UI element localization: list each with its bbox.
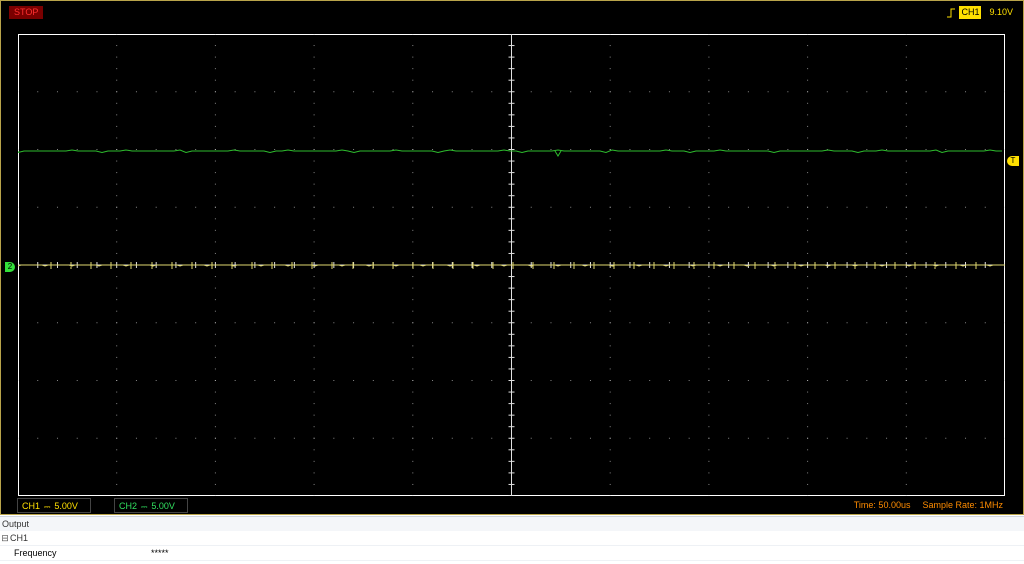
ch1-scale-box[interactable]: CH1 ⎓ 5.00V bbox=[17, 498, 91, 513]
timebase-info: Time: 50.00us Sample Rate: 1MHz bbox=[854, 498, 1003, 513]
dc-coupling-icon: ⎓ bbox=[44, 502, 51, 511]
ch2-scale-box[interactable]: CH2 ⎓ 5.00V bbox=[114, 498, 188, 513]
bottom-status-bar: CH1 ⎓ 5.00V CH2 ⎓ 5.00V Time: 50.00us Sa… bbox=[15, 498, 1019, 513]
measurement-name: Frequency bbox=[14, 548, 57, 558]
run-status-indicator[interactable]: STOP bbox=[9, 6, 44, 19]
top-status-bar: STOP CH1 9.10V bbox=[5, 5, 1019, 19]
ch2-scale: 5.00V bbox=[151, 501, 175, 511]
output-row-frequency[interactable]: Frequency ***** bbox=[0, 546, 1024, 561]
ch2-marker-label: 2 bbox=[7, 262, 13, 271]
output-group-label: CH1 bbox=[10, 533, 29, 543]
trigger-info[interactable]: CH1 9.10V bbox=[947, 6, 1013, 19]
sample-rate[interactable]: Sample Rate: 1MHz bbox=[922, 498, 1003, 513]
ch1-label: CH1 bbox=[22, 501, 41, 511]
trigger-marker-label: T bbox=[1010, 156, 1016, 165]
measurement-value: ***** bbox=[151, 548, 169, 558]
ch2-offset-marker[interactable]: 2 bbox=[5, 262, 15, 272]
ch2-label: CH2 bbox=[119, 501, 138, 511]
trigger-level: 9.10V bbox=[989, 7, 1013, 17]
time-per-div[interactable]: Time: 50.00us bbox=[854, 498, 911, 513]
dc-coupling-icon: ⎓ bbox=[141, 502, 148, 511]
output-title: Output bbox=[0, 517, 1024, 531]
waveform-display[interactable] bbox=[18, 34, 1005, 496]
collapse-icon[interactable]: ⊟ bbox=[0, 531, 10, 545]
ch1-scale: 5.00V bbox=[54, 501, 78, 511]
rising-edge-icon bbox=[947, 8, 956, 17]
trigger-level-marker[interactable]: T bbox=[1007, 156, 1019, 166]
oscilloscope-panel: STOP CH1 9.10V T 2 CH1 ⎓ 5.00V CH2 ⎓ 5.0… bbox=[0, 0, 1024, 515]
output-panel: Output ⊟ CH1 Frequency ***** bbox=[0, 516, 1024, 564]
output-group-row[interactable]: ⊟ CH1 bbox=[0, 531, 1024, 546]
trigger-channel: CH1 bbox=[959, 6, 982, 19]
